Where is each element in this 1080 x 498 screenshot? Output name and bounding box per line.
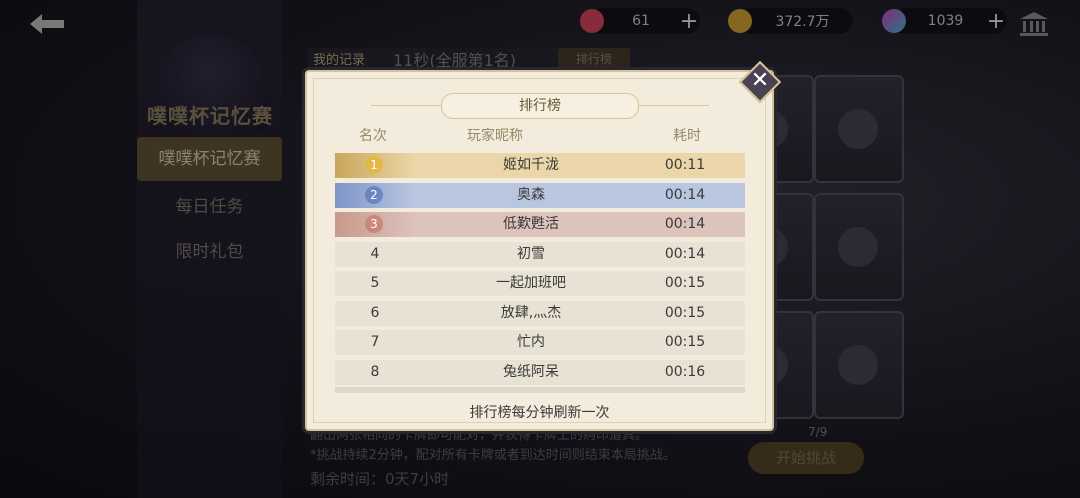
rank-number: 6 (370, 305, 380, 321)
player-time: 00:14 (664, 216, 706, 232)
player-time: 00:15 (664, 334, 706, 350)
leaderboard-row: 8 兔纸阿呆 00:16 (335, 360, 745, 385)
leaderboard-modal: 排行榜 名次 玩家昵称 耗时 1 姬如千泷 00:11 2 奥森 00:14 3… (305, 70, 774, 431)
player-time: 00:15 (664, 275, 706, 291)
player-name: 初雪 (517, 246, 545, 262)
player-name: 奥森 (517, 187, 545, 203)
rank-number: 5 (370, 275, 380, 291)
rank-2-medal: 2 (335, 183, 415, 208)
player-name: 忙内 (517, 334, 545, 350)
rank-number: 8 (370, 364, 380, 380)
player-name: 低歎甦活 (503, 216, 559, 232)
player-name: 一起加班吧 (496, 275, 566, 291)
col-header-time: 耗时 (673, 128, 701, 144)
rank-number: 2 (365, 186, 383, 204)
close-icon[interactable]: ✕ (745, 66, 775, 96)
player-time: 00:11 (664, 157, 706, 173)
leaderboard-row: 4 初雪 00:14 (335, 242, 745, 267)
refresh-note: 排行榜每分钟刷新一次 (469, 405, 610, 421)
rank-number: 1 (365, 156, 383, 174)
modal-title: 排行榜 (441, 93, 639, 119)
title-divider-right (631, 105, 709, 106)
player-name: 放肆,灬杰 (500, 305, 562, 321)
rank-3-medal: 3 (335, 212, 415, 237)
leaderboard-row: 3 低歎甦活 00:14 (335, 212, 745, 237)
title-divider-left (371, 105, 449, 106)
leaderboard-row: 7 忙内 00:15 (335, 330, 745, 355)
rank-1-medal: 1 (335, 153, 415, 178)
rank-number: 3 (365, 215, 383, 233)
leaderboard-row: 1 姬如千泷 00:11 (335, 153, 745, 178)
rank-number: 7 (370, 334, 380, 350)
leaderboard-row: 2 奥森 00:14 (335, 183, 745, 208)
player-time: 00:14 (664, 187, 706, 203)
rank-number: 4 (370, 246, 380, 262)
player-name: 兔纸阿呆 (503, 364, 559, 380)
leaderboard-row: 5 一起加班吧 00:15 (335, 271, 745, 296)
leaderboard-row: 6 放肆,灬杰 00:15 (335, 301, 745, 326)
player-time: 00:14 (664, 246, 706, 262)
player-name: 姬如千泷 (503, 157, 559, 173)
col-header-rank: 名次 (359, 128, 387, 144)
player-time: 00:16 (664, 364, 706, 380)
list-scroll-edge (335, 387, 745, 393)
col-header-name: 玩家昵称 (467, 128, 523, 144)
player-time: 00:15 (664, 305, 706, 321)
